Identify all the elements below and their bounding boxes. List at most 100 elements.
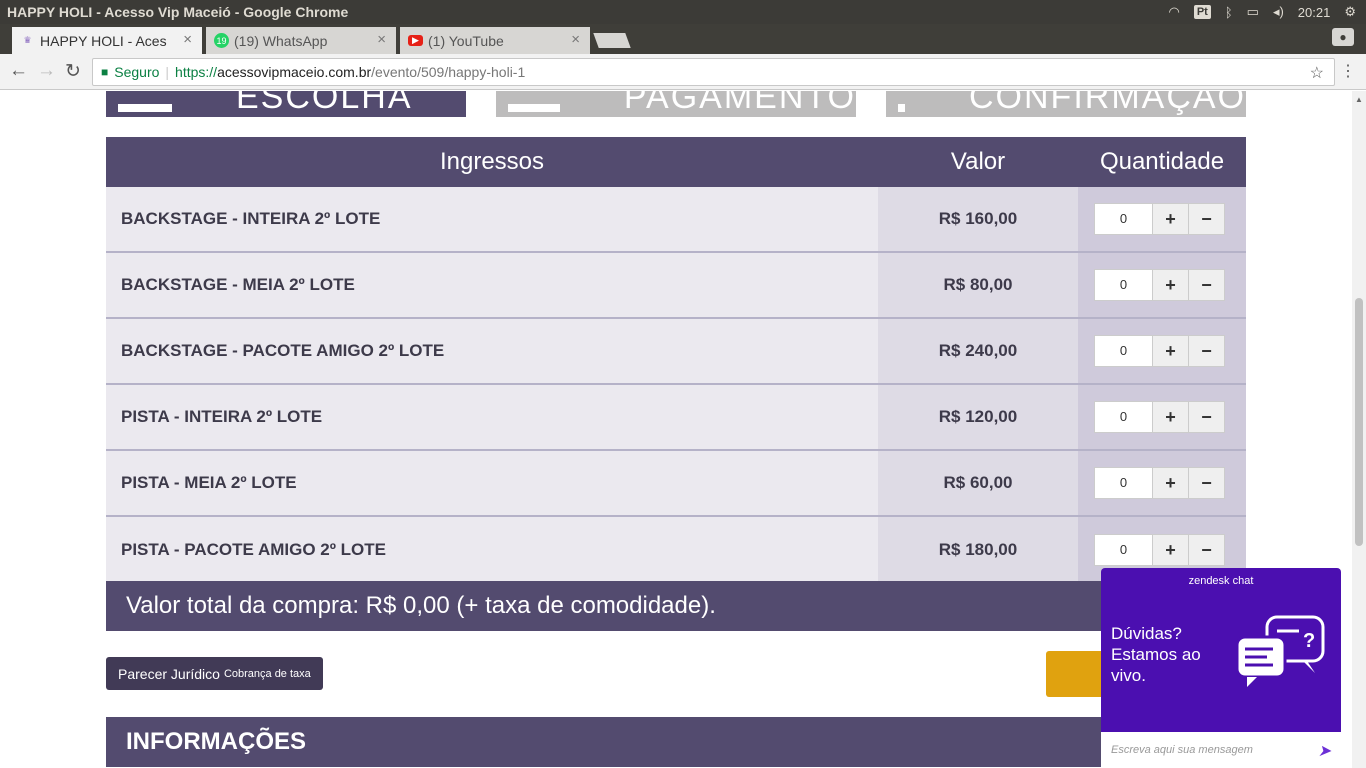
total-text: Valor total da compra: R$ 0,00 (+ taxa d… xyxy=(126,592,716,619)
bookmark-star-icon[interactable]: ☆ xyxy=(1310,63,1324,83)
address-bar[interactable]: ■ Seguro | https:// acessovipmaceio.com.… xyxy=(92,58,1335,86)
bluetooth-icon[interactable]: ᛒ xyxy=(1225,5,1233,20)
quantity-stepper: 0 + − xyxy=(1078,385,1246,449)
increment-button[interactable]: + xyxy=(1153,269,1189,301)
volume-icon[interactable]: ◂) xyxy=(1273,4,1284,20)
table-row: PISTA - PACOTE AMIGO 2º LOTE R$ 180,00 0 + − xyxy=(106,517,1246,583)
total-bar: Valor total da compra: R$ 0,00 (+ taxa d… xyxy=(106,581,1246,631)
information-section-header: INFORMAÇÕES xyxy=(106,717,1246,767)
chat-input-placeholder: Escreva aqui sua mensagem xyxy=(1111,744,1253,756)
ticket-price: R$ 180,00 xyxy=(878,517,1078,583)
tab-label: HAPPY HOLI - Aces xyxy=(40,32,167,49)
step-label: ESCOLHA xyxy=(236,91,413,116)
reload-icon[interactable]: ↻ xyxy=(65,60,81,83)
ticket-name: PISTA - INTEIRA 2º LOTE xyxy=(106,385,878,449)
table-header: Ingressos Valor Quantidade xyxy=(106,137,1246,187)
decrement-button[interactable]: − xyxy=(1189,269,1225,301)
new-tab-button[interactable] xyxy=(593,33,631,48)
browser-toolbar: ← → ↻ ■ Seguro | https:// acessovipmacei… xyxy=(0,54,1366,90)
svg-text:?: ? xyxy=(1303,630,1315,652)
page-scrollbar[interactable]: ▲ xyxy=(1352,91,1366,768)
quantity-stepper: 0 + − xyxy=(1078,187,1246,251)
table-row: BACKSTAGE - INTEIRA 2º LOTE R$ 160,00 0 + − xyxy=(106,187,1246,253)
increment-button[interactable]: + xyxy=(1153,534,1189,566)
decrement-button[interactable]: − xyxy=(1189,203,1225,235)
close-tab-icon[interactable]: × xyxy=(377,31,386,48)
crown-favicon-icon: ♛ xyxy=(23,35,32,45)
chat-bubble-icon: ? xyxy=(1235,615,1325,687)
continue-button[interactable] xyxy=(1046,651,1106,697)
tab-youtube[interactable]: ▶ (1) YouTube × xyxy=(400,27,590,54)
ticket-name: PISTA - MEIA 2º LOTE xyxy=(106,451,878,515)
tab-label: (1) YouTube xyxy=(428,32,504,49)
quantity-input[interactable]: 0 xyxy=(1094,467,1153,499)
chat-widget[interactable]: zendesk chat Dúvidas? Estamos ao vivo. ?… xyxy=(1101,568,1341,768)
ticket-name: BACKSTAGE - PACOTE AMIGO 2º LOTE xyxy=(106,319,878,383)
step-icon xyxy=(118,104,172,112)
header-quantity: Quantidade xyxy=(1099,148,1225,175)
os-title-bar: HAPPY HOLI - Acesso Vip Maceió - Google … xyxy=(0,0,1366,24)
wifi-icon[interactable]: ◠ xyxy=(1168,4,1179,20)
whatsapp-favicon-icon: 19 xyxy=(214,33,229,48)
scroll-thumb[interactable] xyxy=(1355,298,1363,546)
decrement-button[interactable]: − xyxy=(1189,401,1225,433)
chat-brand: zendesk chat xyxy=(1188,575,1254,587)
send-icon[interactable]: ➤ xyxy=(1318,741,1331,761)
forward-arrow-icon[interactable]: → xyxy=(37,60,56,82)
tab-whatsapp[interactable]: 19 (19) WhatsApp × xyxy=(206,27,396,54)
decrement-button[interactable]: − xyxy=(1189,467,1225,499)
battery-icon[interactable]: ▭ xyxy=(1247,4,1259,20)
clock[interactable]: 20:21 xyxy=(1298,5,1331,20)
chat-message: Dúvidas? Estamos ao vivo. xyxy=(1111,624,1201,685)
legal-button-sub: Cobrança de taxa xyxy=(223,667,311,680)
quantity-stepper: 0 + − xyxy=(1078,253,1246,317)
url-scheme[interactable]: https:// xyxy=(175,64,217,80)
tab-happy-holi[interactable]: ♛ HAPPY HOLI - Aces × xyxy=(12,27,202,54)
step-label: PAGAMENTO xyxy=(623,91,856,116)
close-tab-icon[interactable]: × xyxy=(183,31,192,48)
tickets-table: Ingressos Valor Quantidade BACKSTAGE - I… xyxy=(106,137,1246,583)
increment-button[interactable]: + xyxy=(1153,401,1189,433)
table-row: BACKSTAGE - MEIA 2º LOTE R$ 80,00 0 + − xyxy=(106,253,1246,319)
quantity-input[interactable]: 0 xyxy=(1094,269,1153,301)
decrement-button[interactable]: − xyxy=(1189,534,1225,566)
tab-label: (19) WhatsApp xyxy=(234,32,328,49)
profile-icon[interactable]: ● xyxy=(1332,28,1354,46)
keyboard-layout-indicator[interactable]: Pt xyxy=(1193,5,1211,19)
increment-button[interactable]: + xyxy=(1153,467,1189,499)
decrement-button[interactable]: − xyxy=(1189,335,1225,367)
increment-button[interactable]: + xyxy=(1153,203,1189,235)
url-path[interactable]: /evento/509/happy-holi-1 xyxy=(371,64,525,80)
ticket-price: R$ 80,00 xyxy=(878,253,1078,317)
increment-button[interactable]: + xyxy=(1153,335,1189,367)
url-host[interactable]: acessovipmaceio.com.br xyxy=(217,64,371,80)
table-row: PISTA - MEIA 2º LOTE R$ 60,00 0 + − xyxy=(106,451,1246,517)
step-payment: PAGAMENTO xyxy=(496,91,856,117)
quantity-input[interactable]: 0 xyxy=(1094,401,1153,433)
close-tab-icon[interactable]: × xyxy=(571,31,580,48)
tab-strip: ♛ HAPPY HOLI - Aces × 19 (19) WhatsApp ×… xyxy=(0,24,1366,54)
window-title: HAPPY HOLI - Acesso Vip Maceió - Google … xyxy=(7,4,349,20)
quantity-input[interactable]: 0 xyxy=(1094,335,1153,367)
quantity-stepper: 0 + − xyxy=(1078,451,1246,515)
lock-icon[interactable]: ■ xyxy=(101,65,108,79)
back-arrow-icon[interactable]: ← xyxy=(9,60,28,82)
table-row: PISTA - INTEIRA 2º LOTE R$ 120,00 0 + − xyxy=(106,385,1246,451)
quantity-input[interactable]: 0 xyxy=(1094,534,1153,566)
chat-input[interactable]: Escreva aqui sua mensagem ➤ xyxy=(1101,732,1341,768)
settings-gear-icon[interactable]: ⚙ xyxy=(1344,4,1356,20)
header-tickets: Ingressos xyxy=(439,148,545,175)
scroll-up-icon[interactable]: ▲ xyxy=(1355,95,1363,104)
ticket-price: R$ 60,00 xyxy=(878,451,1078,515)
table-row: BACKSTAGE - PACOTE AMIGO 2º LOTE R$ 240,0… xyxy=(106,319,1246,385)
info-title: INFORMAÇÕES xyxy=(126,728,306,755)
quantity-stepper: 0 + − xyxy=(1078,319,1246,383)
quantity-input[interactable]: 0 xyxy=(1094,203,1153,235)
step-icon xyxy=(508,104,560,112)
ticket-price: R$ 120,00 xyxy=(878,385,1078,449)
step-choose: ESCOLHA xyxy=(106,91,466,117)
secure-label[interactable]: Seguro xyxy=(114,64,159,80)
legal-opinion-button[interactable]: Parecer Jurídico Cobrança de taxa xyxy=(106,657,323,690)
browser-menu-icon[interactable]: ⋮ xyxy=(1340,61,1356,81)
step-icon xyxy=(898,104,905,112)
